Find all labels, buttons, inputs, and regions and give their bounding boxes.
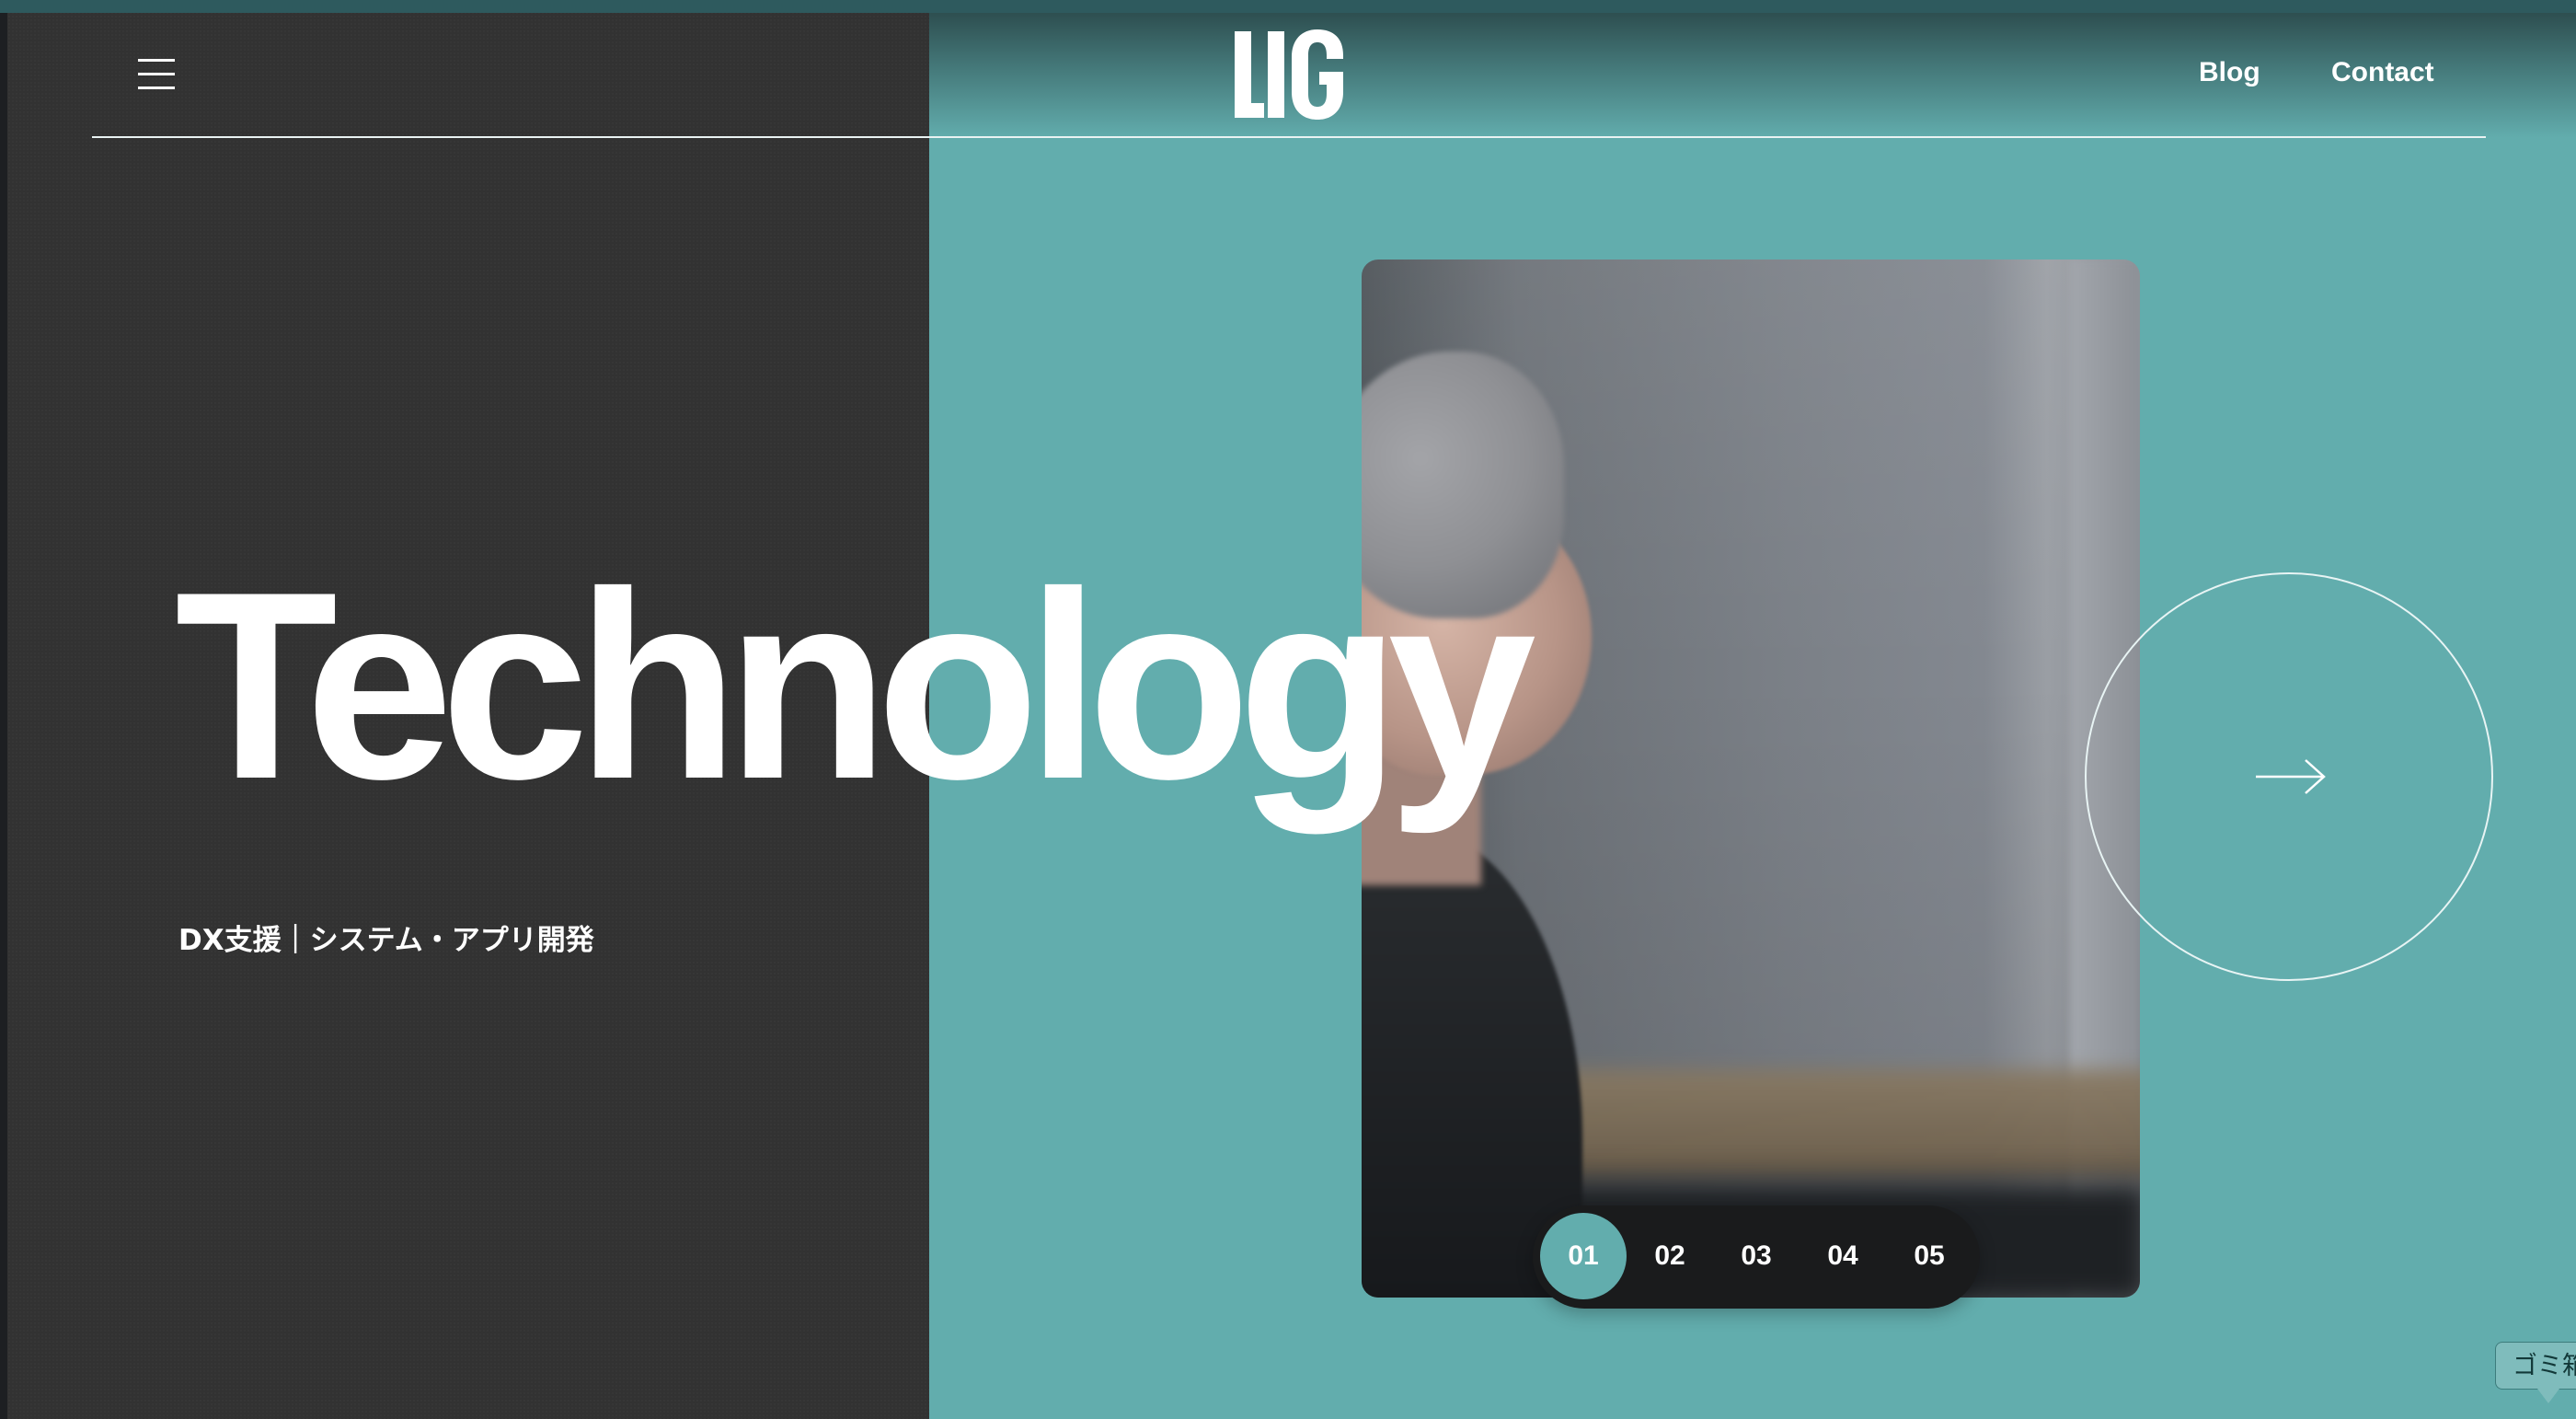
lig-logo[interactable] — [1233, 26, 1347, 121]
slide-pager: 01 02 03 04 05 — [1533, 1206, 1980, 1309]
hero-title: Technology — [175, 536, 1536, 835]
lig-logo-icon — [1235, 29, 1343, 120]
pager-item-05[interactable]: 05 — [1886, 1213, 1972, 1299]
hamburger-menu-icon[interactable] — [134, 57, 178, 92]
photo-table — [1509, 1069, 2140, 1180]
browser-top-strip — [0, 0, 2576, 13]
pager-item-04[interactable]: 04 — [1800, 1213, 1886, 1299]
tooltip-tail — [2537, 1389, 2559, 1403]
nav-contact-link[interactable]: Contact — [2331, 57, 2434, 88]
nav-blog-link[interactable]: Blog — [2199, 57, 2260, 88]
menu-line — [138, 73, 175, 75]
arrow-right-icon — [2256, 759, 2326, 794]
pager-item-03[interactable]: 03 — [1713, 1213, 1800, 1299]
menu-line — [138, 59, 175, 62]
trash-tooltip: ゴミ箱 — [2495, 1342, 2576, 1390]
page: Blog Contact Technology DX支援｜システム・アプリ開発 … — [0, 0, 2576, 1419]
next-slide-button[interactable] — [2085, 572, 2493, 981]
menu-line — [138, 87, 175, 89]
header-divider — [92, 136, 2486, 138]
left-window-edge — [0, 0, 7, 1419]
pager-item-01[interactable]: 01 — [1540, 1213, 1627, 1299]
hero-subtitle: DX支援｜システム・アプリ開発 — [178, 924, 594, 957]
header-shade — [929, 0, 2576, 138]
pager-item-02[interactable]: 02 — [1627, 1213, 1713, 1299]
